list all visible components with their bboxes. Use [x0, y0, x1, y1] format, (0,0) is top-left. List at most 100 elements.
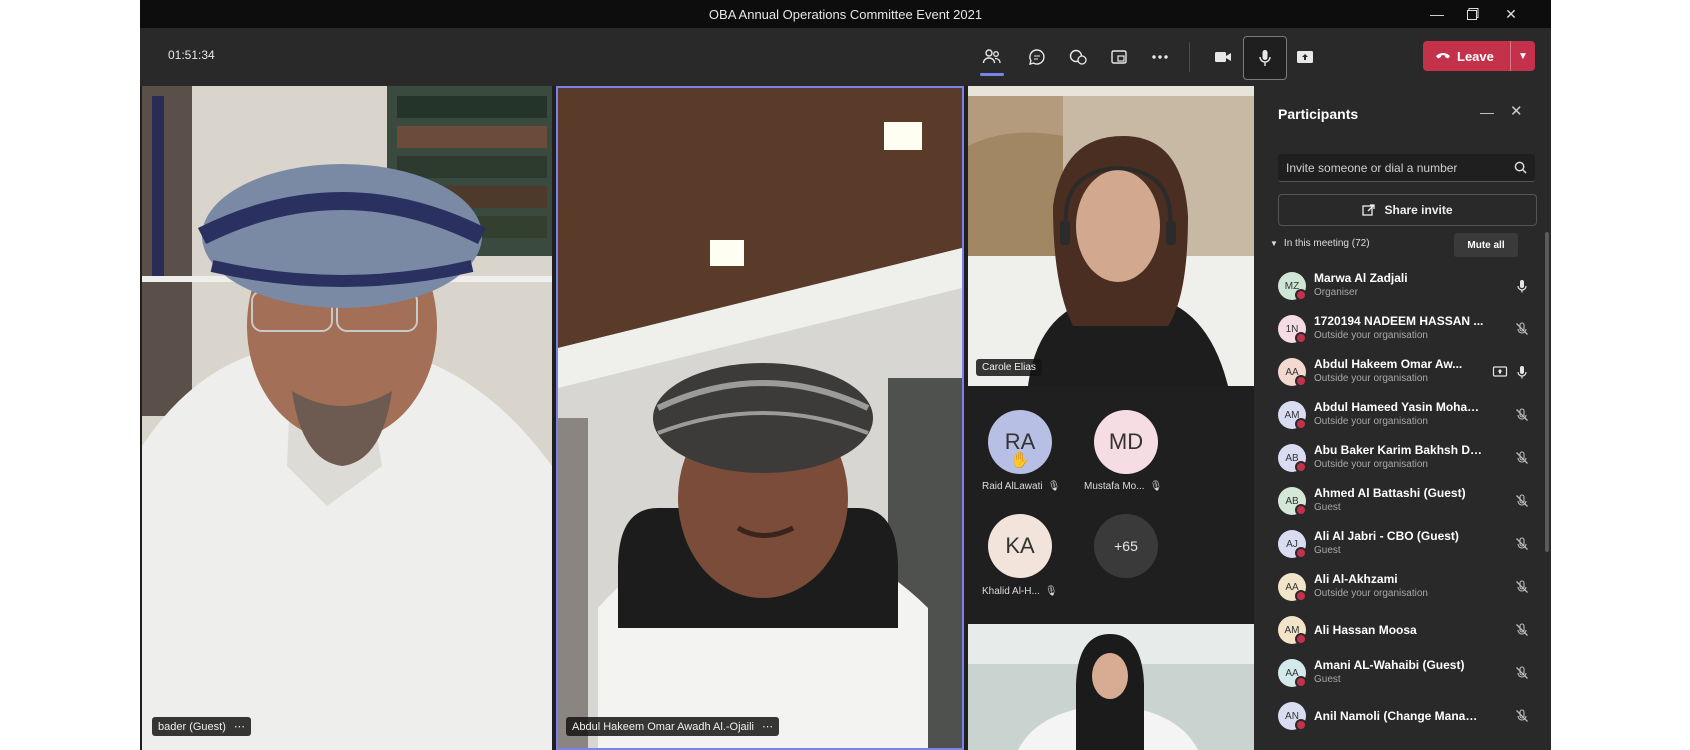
participant-avatar: AJ	[1278, 530, 1307, 559]
rooms-button[interactable]	[1102, 40, 1136, 74]
meeting-timer: 01:51:34	[168, 48, 215, 62]
muted-mic-icon[interactable]	[1514, 407, 1530, 423]
microphone-icon[interactable]	[1514, 364, 1530, 380]
avatar-name: Raid AlLawati	[982, 481, 1043, 492]
chat-button[interactable]	[1020, 40, 1054, 74]
participant-row[interactable]: AN Anil Namoli (Change Manage...	[1278, 694, 1538, 738]
video-tile-bader[interactable]: bader (Guest) ⋯	[142, 86, 552, 750]
participant-row[interactable]: 1N 1720194 NADEEM HASSAN ... Outside your …	[1278, 307, 1538, 351]
maximize-icon[interactable]	[1453, 0, 1493, 28]
participant-name: Ali Hassan Moosa	[1314, 623, 1417, 637]
microphone-button[interactable]	[1243, 36, 1287, 80]
presence-status-icon	[1295, 633, 1307, 645]
more-options-icon[interactable]: ⋯	[762, 720, 773, 733]
participant-row[interactable]: AM Abdul Hameed Yasin Moham... Outside you…	[1278, 393, 1538, 437]
participant-avatar: MZ	[1278, 272, 1307, 301]
section-label: In this meeting (72)	[1283, 238, 1370, 249]
participant-avatar: AB	[1278, 444, 1307, 473]
invite-placeholder: Invite someone or dial a number	[1286, 160, 1458, 175]
leave-button[interactable]: Leave ▼	[1423, 41, 1535, 71]
presence-status-icon	[1295, 504, 1307, 516]
participant-avatar: AM	[1278, 616, 1307, 645]
muted-mic-icon: 🎙	[1149, 481, 1163, 492]
participant-role: Guest	[1314, 502, 1341, 513]
video-tile-guest[interactable]	[968, 624, 1254, 750]
hang-up-icon	[1436, 53, 1450, 59]
leave-dropdown-chevron-icon[interactable]: ▼	[1510, 41, 1535, 71]
muted-mic-icon: 🎙	[1044, 586, 1058, 597]
share-invite-button[interactable]: Share invite	[1278, 194, 1537, 226]
meeting-section-header[interactable]: ▼ In this meeting (72)	[1270, 238, 1370, 249]
people-icon	[982, 49, 1001, 64]
meeting-toolbar: 01:51:34 Leave ▼	[140, 28, 1551, 86]
sharing-screen-icon	[1492, 364, 1508, 380]
participant-avatar: AB	[1278, 487, 1307, 516]
participant-row[interactable]: AM Ali Hassan Moosa	[1278, 608, 1538, 652]
minimize-icon[interactable]: —	[1417, 0, 1457, 28]
participant-name: Abdul Hakeem Omar Aw...	[1314, 357, 1463, 371]
muted-mic-icon[interactable]	[1514, 622, 1530, 638]
avatar-label: Raid AlLawati 🎙	[982, 481, 1060, 492]
participant-avatar-md[interactable]: MD	[1094, 410, 1158, 474]
more-actions-button[interactable]	[1143, 40, 1177, 74]
participant-role: Outside your organisation	[1314, 330, 1428, 341]
microphone-icon[interactable]	[1514, 278, 1530, 294]
participant-role: Organiser	[1314, 287, 1358, 298]
muted-mic-icon[interactable]	[1514, 579, 1530, 595]
chat-icon	[1029, 49, 1045, 65]
presence-status-icon	[1295, 289, 1307, 301]
invite-input[interactable]: Invite someone or dial a number	[1278, 154, 1535, 182]
participants-panel: Participants — ✕ Invite someone or dial …	[1254, 86, 1551, 750]
participant-name: Abdul Hakeem Omar Awadh Al.-Ojaili	[572, 720, 754, 733]
avatar-name: Mustafa Mo...	[1084, 481, 1145, 492]
muted-mic-icon[interactable]	[1514, 493, 1530, 509]
participant-row[interactable]: AA Abdul Hakeem Omar Aw... Outside your or…	[1278, 350, 1538, 394]
participant-row[interactable]: AA Ali Al-Akhzami Outside your organisatio…	[1278, 565, 1538, 609]
avatar-label: Mustafa Mo... 🎙	[1084, 481, 1162, 492]
overflow-participants-button[interactable]: +65	[1094, 514, 1158, 578]
participant-row[interactable]: AA Amani AL-Wahaibi (Guest) Guest	[1278, 651, 1538, 695]
video-frame-guest	[968, 624, 1254, 750]
more-options-icon[interactable]: ⋯	[234, 720, 245, 733]
leave-label: Leave	[1457, 48, 1494, 64]
video-tile-carole[interactable]: Carole Elias	[968, 86, 1254, 386]
participant-row[interactable]: AB Abu Baker Karim Bakhsh Dad ... Outside …	[1278, 436, 1538, 480]
microphone-icon	[1259, 50, 1271, 66]
panel-scrollbar[interactable]	[1545, 232, 1549, 552]
close-icon[interactable]: ✕	[1491, 0, 1531, 28]
title-bar: OBA Annual Operations Committee Event 20…	[140, 0, 1551, 28]
reactions-icon	[1069, 49, 1087, 65]
participant-avatar-ra[interactable]: RA ✋	[988, 410, 1052, 474]
participant-role: Outside your organisation	[1314, 459, 1428, 470]
teams-meeting-window: OBA Annual Operations Committee Event 20…	[140, 0, 1551, 750]
participant-role: Guest	[1314, 545, 1341, 556]
participant-name-tag: Carole Elias	[976, 359, 1042, 376]
pop-out-icon[interactable]: —	[1480, 104, 1494, 120]
presence-status-icon	[1295, 375, 1307, 387]
muted-mic-icon[interactable]	[1514, 708, 1530, 724]
muted-mic-icon[interactable]	[1514, 665, 1530, 681]
participant-role: Outside your organisation	[1314, 373, 1428, 384]
participant-avatar-ka[interactable]: KA	[988, 514, 1052, 578]
participant-name: 1720194 NADEEM HASSAN ...	[1314, 314, 1484, 328]
close-panel-icon[interactable]: ✕	[1510, 102, 1523, 120]
participant-row[interactable]: AJ Ali Al Jabri - CBO (Guest) Guest	[1278, 522, 1538, 566]
camera-button[interactable]	[1206, 40, 1240, 74]
participant-name-tag: Abdul Hakeem Omar Awadh Al.-Ojaili ⋯	[566, 717, 779, 736]
muted-mic-icon[interactable]	[1514, 450, 1530, 466]
video-tile-active-speaker[interactable]: Abdul Hakeem Omar Awadh Al.-Ojaili ⋯	[556, 86, 964, 750]
share-content-button[interactable]	[1288, 40, 1322, 74]
muted-mic-icon[interactable]	[1514, 536, 1530, 552]
search-icon	[1514, 161, 1527, 174]
participants-button[interactable]	[975, 40, 1009, 76]
participant-row[interactable]: MZ Marwa Al Zadjali Organiser	[1278, 264, 1538, 308]
reactions-button[interactable]	[1061, 40, 1095, 74]
participant-row[interactable]: AB Ahmed Al Battashi (Guest) Guest	[1278, 479, 1538, 523]
window-title: OBA Annual Operations Committee Event 20…	[708, 6, 983, 22]
mute-all-button[interactable]: Mute all	[1454, 233, 1518, 257]
presence-status-icon	[1295, 332, 1307, 344]
participant-name: Abdul Hameed Yasin Moham...	[1314, 400, 1484, 414]
muted-mic-icon[interactable]	[1514, 321, 1530, 337]
presence-status-icon	[1295, 590, 1307, 602]
muted-mic-icon: 🎙	[1047, 481, 1061, 492]
